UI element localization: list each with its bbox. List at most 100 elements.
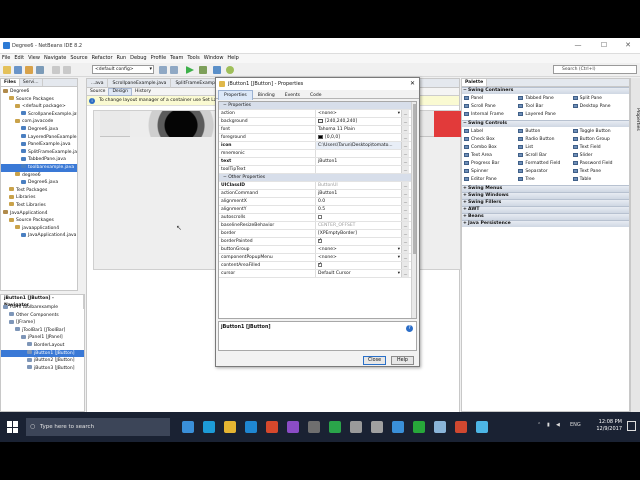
palette-item[interactable]: Layered Pane: [518, 111, 572, 119]
tree-item[interactable]: LayeredPaneExample.java: [1, 134, 77, 142]
palette-section-header[interactable]: Swing Fillers: [462, 199, 629, 206]
property-value[interactable]: [316, 150, 401, 157]
property-value[interactable]: [316, 262, 401, 269]
tree-item[interactable]: TabbedPane.java: [1, 156, 77, 164]
tray-chevron-icon[interactable]: ⌃: [537, 422, 541, 428]
dialog-tab[interactable]: Events: [280, 91, 305, 100]
palette-item[interactable]: Progress Bar: [464, 160, 518, 168]
redo-icon[interactable]: [63, 66, 71, 74]
jbutton3-image[interactable]: [434, 111, 462, 137]
palette-item[interactable]: Spinner: [464, 168, 518, 176]
tree-item[interactable]: Degree6: [1, 88, 77, 96]
property-category[interactable]: − Other Properties: [219, 174, 416, 182]
property-row[interactable]: border [XPEmptyBorder]…: [219, 230, 416, 238]
property-editor-button[interactable]: …: [401, 214, 409, 221]
tab-history[interactable]: History: [132, 88, 154, 96]
property-row[interactable]: icon C:\Users\Tarun\Desktop\tomato...…: [219, 142, 416, 150]
chrome-icon[interactable]: [266, 421, 278, 433]
property-value[interactable]: 0.5: [316, 206, 401, 213]
help-button[interactable]: Help: [391, 356, 414, 365]
navigator-item[interactable]: jPanel1 [JPanel]: [1, 334, 84, 342]
dialog-tab[interactable]: Binding: [253, 91, 280, 100]
task-view-icon[interactable]: [182, 421, 194, 433]
palette-section-header[interactable]: Swing Menus: [462, 185, 629, 192]
menu-help[interactable]: Help: [225, 54, 240, 63]
property-editor-button[interactable]: …: [401, 246, 409, 253]
property-row[interactable]: cursorDefault Cursor…: [219, 270, 416, 278]
property-editor-button[interactable]: …: [401, 158, 409, 165]
dialog-close-icon[interactable]: ✕: [410, 78, 415, 90]
tree-item[interactable]: javaapplication4: [1, 225, 77, 233]
tree-item[interactable]: ScrollpaneExample.java: [1, 111, 77, 119]
property-row[interactable]: font Tahoma 11 Plain…: [219, 126, 416, 134]
property-row[interactable]: borderPainted…: [219, 238, 416, 246]
start-button[interactable]: [7, 421, 19, 433]
tree-item[interactable]: Degree6.java: [1, 126, 77, 134]
tree-item[interactable]: Test Packages: [1, 187, 77, 195]
palette-item[interactable]: Separator: [518, 168, 572, 176]
run-icon[interactable]: [186, 66, 194, 74]
undo-icon[interactable]: [52, 66, 60, 74]
palette-item[interactable]: List: [518, 144, 572, 152]
camtasia-icon[interactable]: [413, 421, 425, 433]
property-value[interactable]: CENTER_OFFSET: [316, 222, 401, 229]
property-category[interactable]: − Properties: [219, 102, 416, 110]
property-row[interactable]: baselineResizeBehavior CENTER_OFFSET…: [219, 222, 416, 230]
palette-item[interactable]: Panel: [464, 95, 518, 103]
new-file-icon[interactable]: [14, 66, 22, 74]
property-row[interactable]: contentAreaFilled…: [219, 262, 416, 270]
palette-section-header[interactable]: AWT: [462, 206, 629, 213]
property-checkbox[interactable]: [318, 238, 322, 244]
palette-item[interactable]: Combo Box: [464, 144, 518, 152]
property-row[interactable]: alignmentY 0.5…: [219, 206, 416, 214]
editor-tab[interactable]: ScrollpaneExample.java: [108, 79, 172, 88]
app-icon[interactable]: [329, 421, 341, 433]
navigator-item[interactable]: jButton2 [JButton]: [1, 357, 84, 365]
property-value[interactable]: <none>: [316, 246, 401, 253]
menu-window[interactable]: Window: [202, 54, 226, 63]
close-button[interactable]: ✕: [622, 41, 634, 50]
app-icon[interactable]: [308, 421, 320, 433]
palette-item[interactable]: Scroll Bar: [518, 152, 572, 160]
jbutton1-image[interactable]: [130, 111, 218, 137]
app-icon[interactable]: [455, 421, 467, 433]
navigator-item[interactable]: BorderLayout: [1, 342, 84, 350]
visual-studio-icon[interactable]: [287, 421, 299, 433]
config-select[interactable]: <default config>: [92, 65, 154, 74]
property-editor-button[interactable]: …: [401, 206, 409, 213]
menu-run[interactable]: Run: [115, 54, 129, 63]
app-icon[interactable]: [392, 421, 404, 433]
navigator-item[interactable]: Other Components: [1, 312, 84, 320]
palette-item[interactable]: Button: [518, 128, 572, 136]
property-value[interactable]: <none>: [316, 254, 401, 261]
property-editor-button[interactable]: …: [401, 270, 409, 277]
palette-item[interactable]: Check Box: [464, 136, 518, 144]
app-icon[interactable]: [476, 421, 488, 433]
tree-item[interactable]: Source Packages: [1, 217, 77, 225]
palette-item[interactable]: Label: [464, 128, 518, 136]
menu-team[interactable]: Team: [168, 54, 185, 63]
property-row[interactable]: action<none>…: [219, 110, 416, 118]
property-value[interactable]: 0.0: [316, 198, 401, 205]
property-row[interactable]: toolTipText…: [219, 166, 416, 174]
properties-side-tab[interactable]: Properties: [632, 108, 640, 148]
property-value[interactable]: Tahoma 11 Plain: [316, 126, 401, 133]
property-editor-button[interactable]: …: [401, 238, 409, 245]
new-project-icon[interactable]: [3, 66, 11, 74]
app-icon[interactable]: [350, 421, 362, 433]
property-editor-button[interactable]: …: [401, 222, 409, 229]
volume-icon[interactable]: ◀: [556, 422, 560, 428]
dialog-tab[interactable]: Code: [305, 91, 327, 100]
property-checkbox[interactable]: [318, 214, 322, 219]
clean-build-icon[interactable]: [170, 66, 178, 74]
property-value[interactable]: Default Cursor: [316, 270, 401, 277]
menu-file[interactable]: File: [0, 54, 12, 63]
property-editor-button[interactable]: …: [401, 126, 409, 133]
palette-item[interactable]: Radio Button: [518, 136, 572, 144]
navigator-item[interactable]: jButton1 [JButton]: [1, 349, 84, 358]
property-row[interactable]: text jButton1…: [219, 158, 416, 166]
property-editor-button[interactable]: …: [401, 134, 409, 141]
property-row[interactable]: buttonGroup<none>…: [219, 246, 416, 254]
menu-debug[interactable]: Debug: [128, 54, 148, 63]
property-row[interactable]: alignmentX 0.0…: [219, 198, 416, 206]
